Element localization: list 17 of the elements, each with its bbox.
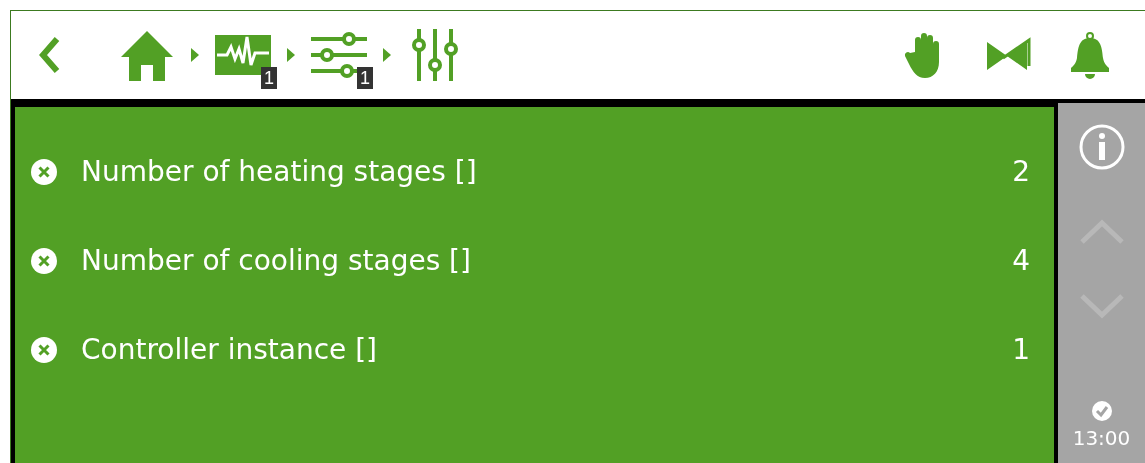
clock-icon <box>1090 400 1113 422</box>
parameter-value[interactable]: 4 <box>1012 244 1030 277</box>
close-icon[interactable] <box>31 336 57 363</box>
count-badge: 1 <box>357 67 373 89</box>
close-icon[interactable] <box>31 247 57 274</box>
breadcrumb-separator-icon <box>287 48 295 62</box>
breadcrumb-separator-icon <box>383 48 391 62</box>
parameter-label: Controller instance [] <box>81 333 378 366</box>
info-icon[interactable] <box>1077 123 1126 171</box>
clock-time: 13:00 <box>1072 426 1131 450</box>
close-icon[interactable] <box>31 158 57 185</box>
parameter-label: Number of cooling stages [] <box>81 244 472 277</box>
count-badge: 1 <box>261 67 277 89</box>
parameter-value[interactable]: 2 <box>1012 155 1030 188</box>
parameter-value[interactable]: 1 <box>1012 333 1030 366</box>
breadcrumb-separator-icon <box>191 48 199 62</box>
parameter-label: Number of heating stages [] <box>81 155 478 188</box>
